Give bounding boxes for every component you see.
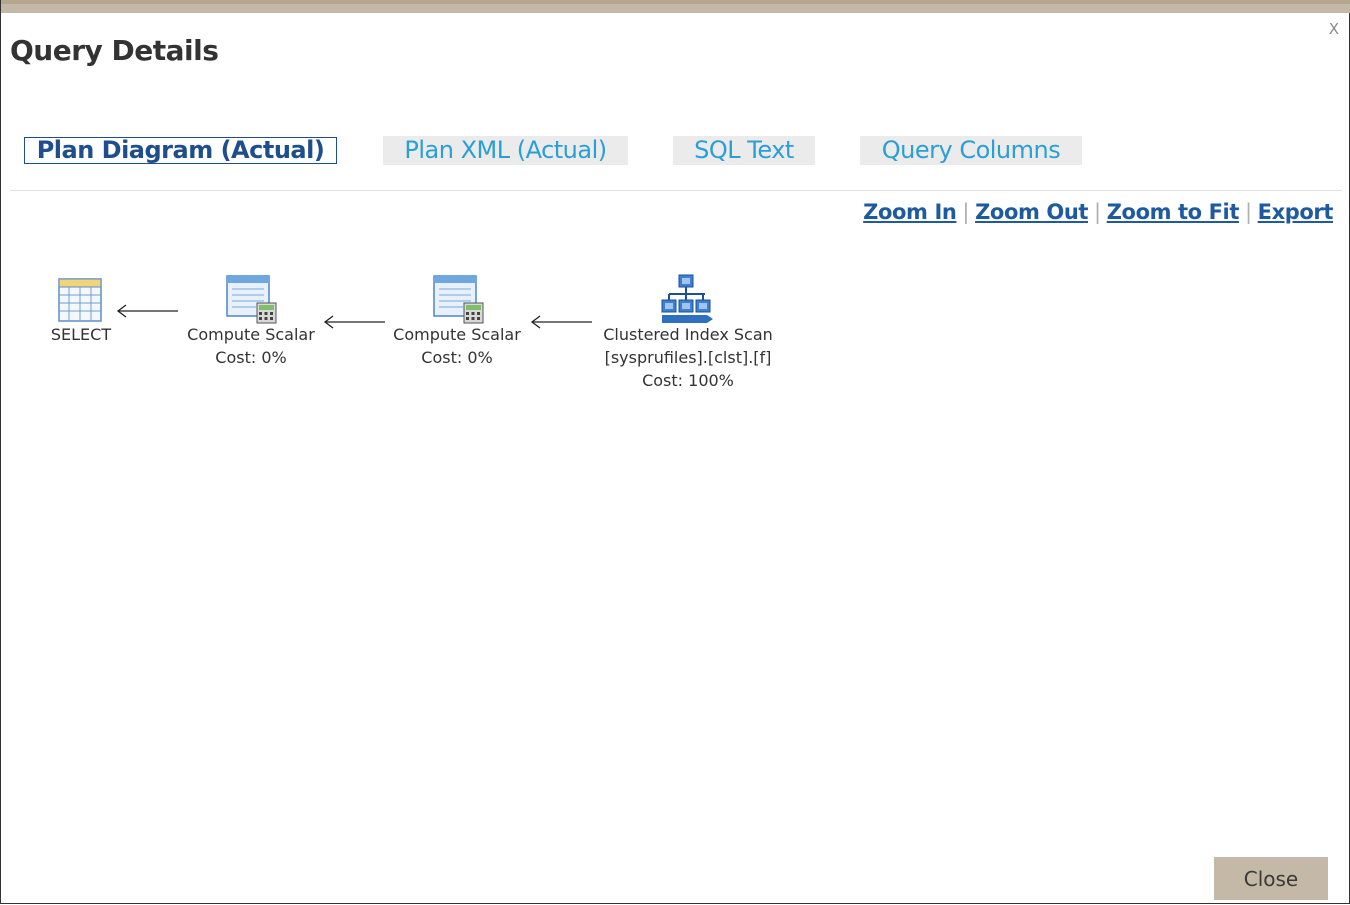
zoom-in-link[interactable]: Zoom In bbox=[863, 200, 957, 224]
plan-node-cost: Cost: 100% bbox=[642, 371, 734, 390]
plan-node-name: Clustered Index Scan bbox=[603, 325, 773, 344]
plan-node-cost: Cost: 0% bbox=[421, 348, 493, 367]
tab-query-columns[interactable]: Query Columns bbox=[860, 136, 1082, 165]
close-icon[interactable]: X bbox=[1329, 20, 1339, 38]
tab-divider bbox=[10, 190, 1342, 191]
dialog-title: Query Details bbox=[10, 34, 219, 67]
tab-sql-text[interactable]: SQL Text bbox=[673, 136, 815, 165]
zoom-toolbar: Zoom In | Zoom Out | Zoom to Fit | Export bbox=[863, 200, 1333, 224]
tab-bar: Plan Diagram (Actual) Plan XML (Actual) … bbox=[1, 134, 1350, 174]
select-table-icon bbox=[58, 278, 102, 322]
query-details-dialog: X Query Details Plan Diagram (Actual) Pl… bbox=[0, 0, 1350, 904]
zoom-separator: | bbox=[962, 200, 970, 224]
close-button[interactable]: Close bbox=[1214, 857, 1328, 900]
clustered-index-scan-icon bbox=[661, 274, 713, 323]
dialog-header-bar-edge bbox=[1, 0, 1350, 4]
zoom-separator: | bbox=[1094, 200, 1101, 224]
compute-scalar-icon bbox=[226, 275, 277, 324]
export-link[interactable]: Export bbox=[1258, 200, 1334, 224]
plan-node-name: Compute Scalar bbox=[393, 325, 521, 344]
dialog-header-bar bbox=[1, 0, 1350, 13]
tab-plan-diagram[interactable]: Plan Diagram (Actual) bbox=[24, 137, 337, 164]
plan-node-object: [sysprufiles].[clst].[f] bbox=[604, 348, 772, 367]
tab-plan-xml[interactable]: Plan XML (Actual) bbox=[383, 136, 628, 165]
compute-scalar-icon bbox=[433, 275, 484, 324]
plan-node-name: SELECT bbox=[50, 325, 112, 344]
plan-node-name: Compute Scalar bbox=[187, 325, 315, 344]
zoom-to-fit-link[interactable]: Zoom to Fit bbox=[1107, 200, 1240, 224]
zoom-out-link[interactable]: Zoom Out bbox=[975, 200, 1088, 224]
flow-arrow bbox=[116, 304, 178, 318]
zoom-separator: | bbox=[1244, 200, 1252, 224]
plan-node-cost: Cost: 0% bbox=[215, 348, 287, 367]
